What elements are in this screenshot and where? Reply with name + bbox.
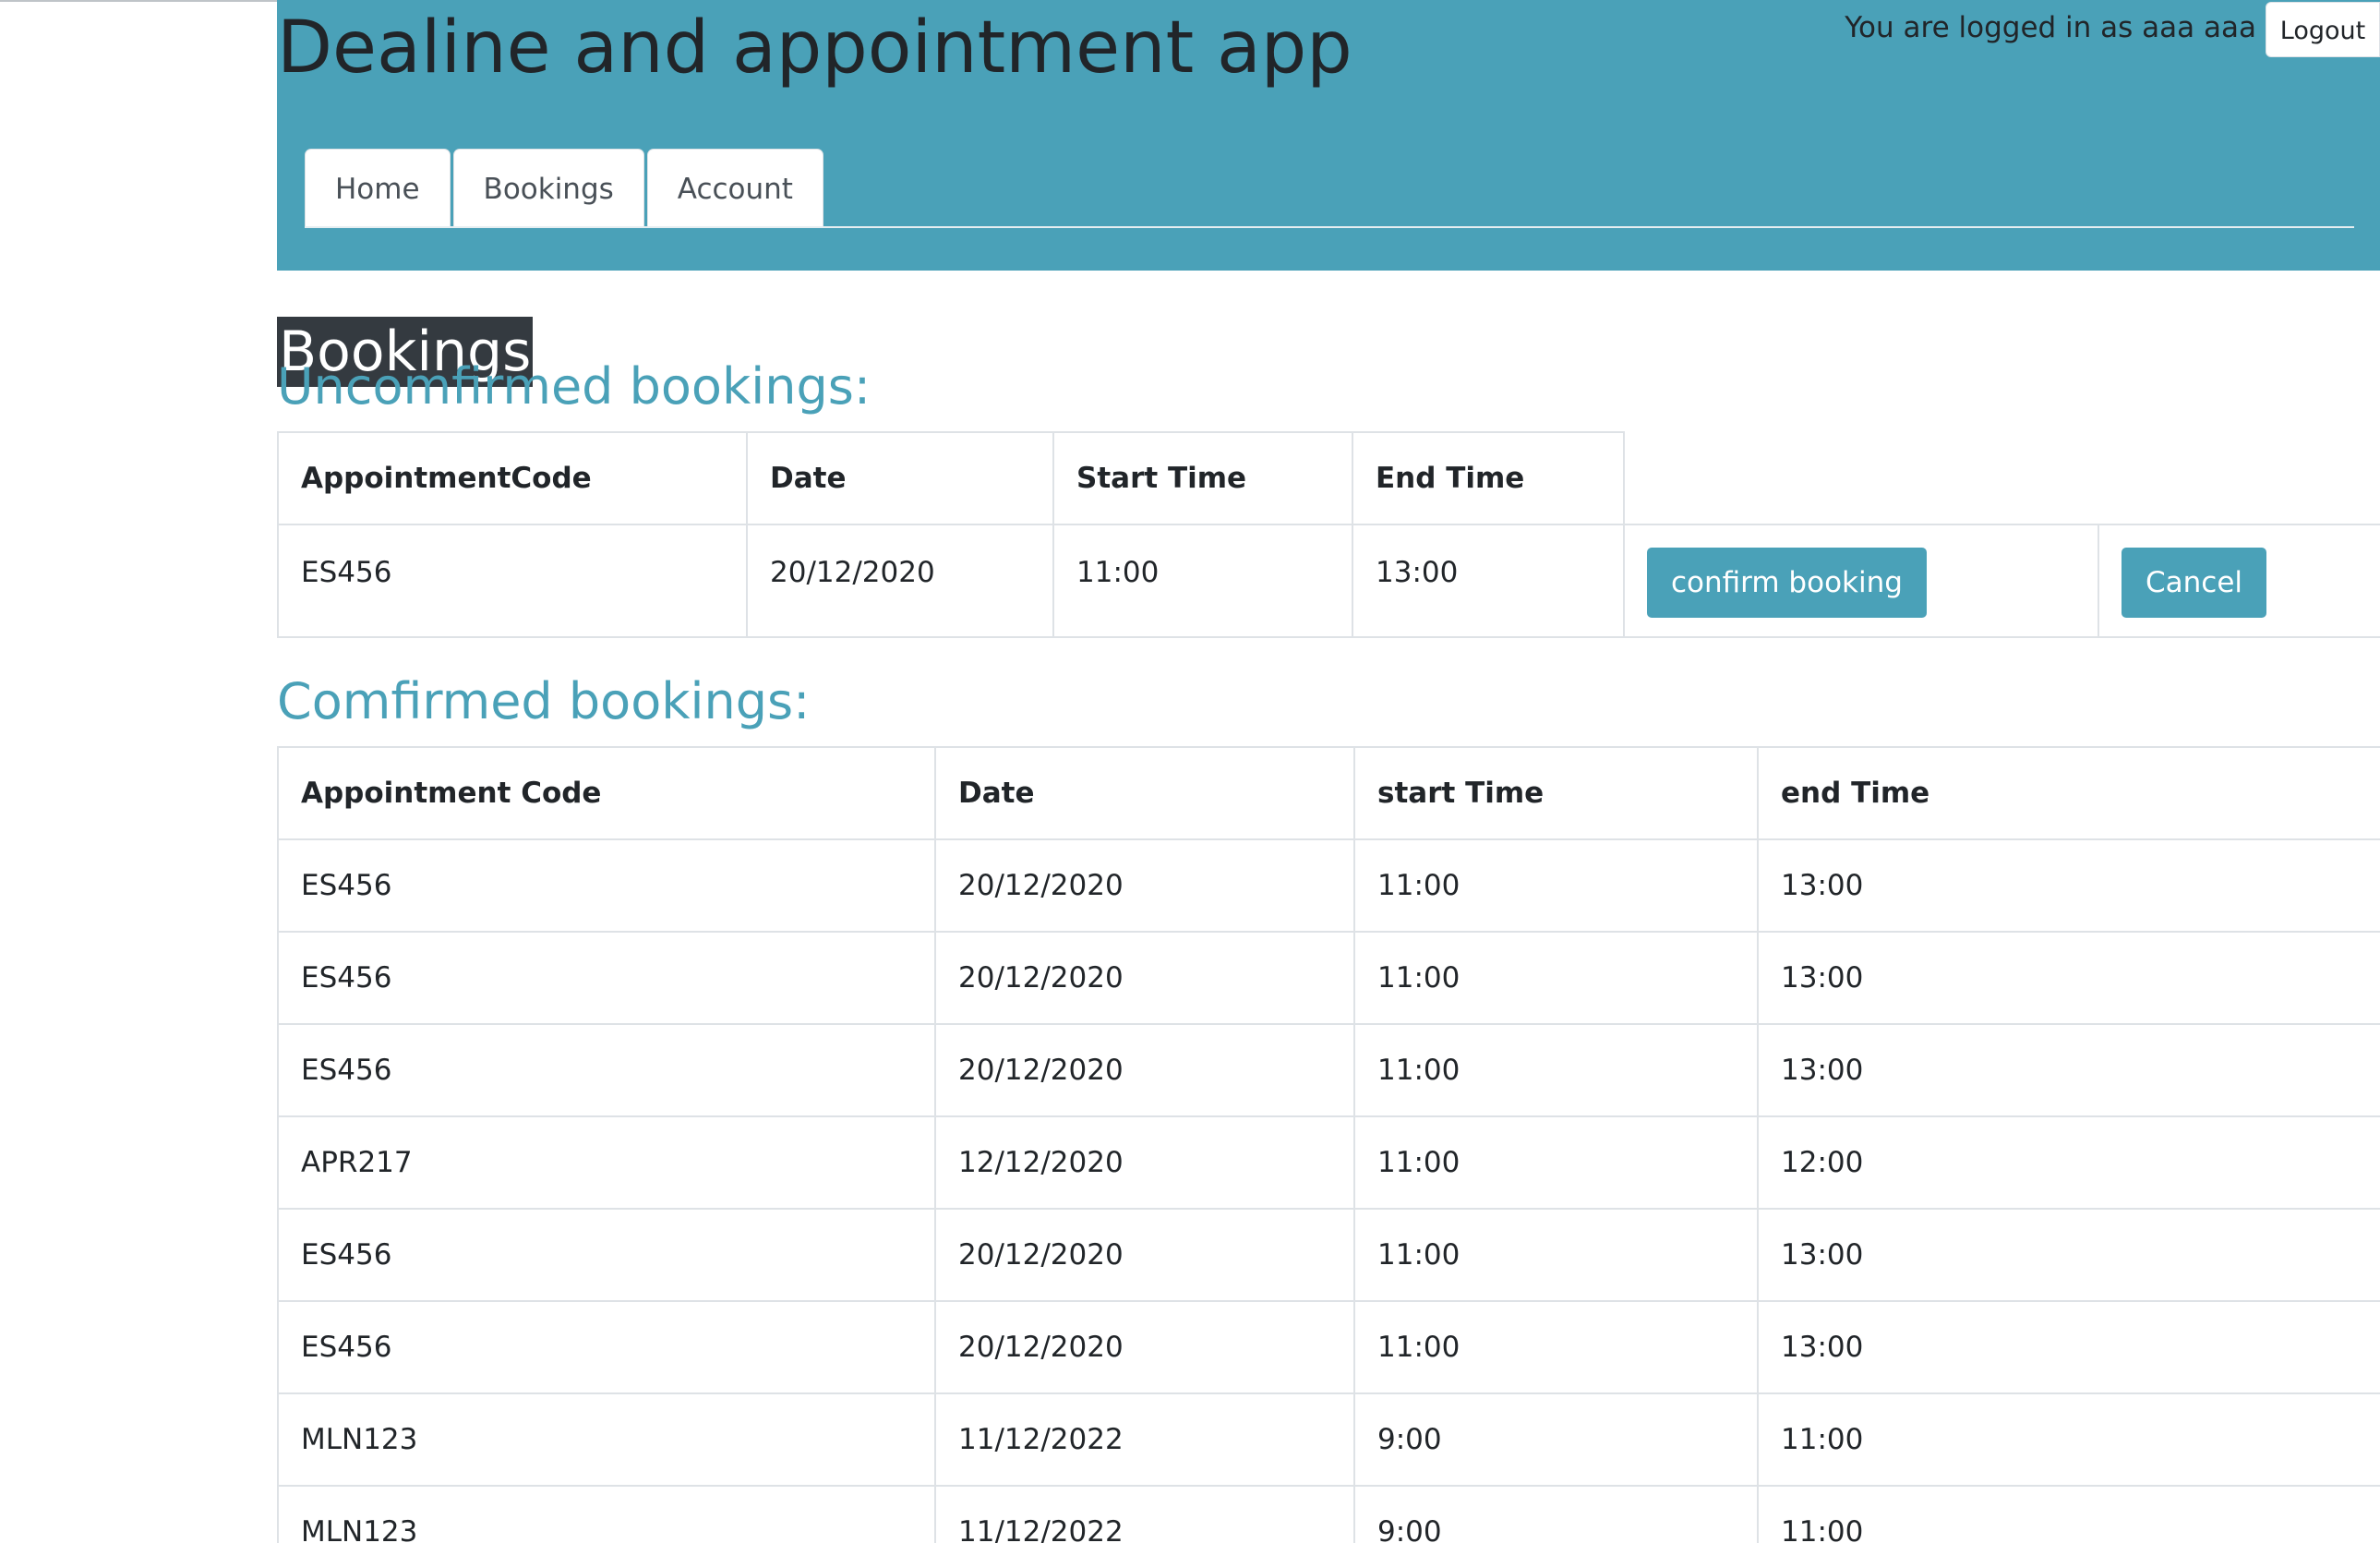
end-time-cell: 13:00 bbox=[1757, 838, 2380, 933]
table-row: ES456 20/12/2020 11:00 13:00 bbox=[277, 931, 2380, 1025]
end-time-cell: 11:00 bbox=[1757, 1392, 2380, 1487]
start-time-cell: 11:00 bbox=[1353, 1023, 1759, 1117]
nav-tabs: Home Bookings Account bbox=[305, 147, 2354, 228]
date-cell: 20/12/2020 bbox=[934, 1208, 1355, 1302]
table-row: MLN123 11/12/2022 9:00 11:00 bbox=[277, 1485, 2380, 1543]
cancel-button[interactable]: Cancel bbox=[2122, 548, 2267, 618]
confirmed-bookings-title: Comfirmed bookings: bbox=[277, 672, 811, 730]
column-header-empty bbox=[2098, 432, 2380, 525]
date-cell: 20/12/2020 bbox=[934, 838, 1355, 933]
appointment-code-cell: MLN123 bbox=[277, 1485, 936, 1543]
cancel-cell: Cancel bbox=[2098, 524, 2380, 638]
column-header: Appointment Code bbox=[277, 746, 936, 840]
end-time-cell: 13:00 bbox=[1757, 1300, 2380, 1394]
confirm-booking-button[interactable]: confirm booking bbox=[1647, 548, 1927, 618]
tab-account[interactable]: Account bbox=[646, 149, 823, 226]
appointment-code-cell: ES456 bbox=[277, 931, 936, 1025]
unconfirmed-bookings-title: Uncomfirmed bookings: bbox=[277, 357, 871, 416]
end-time-cell: 13:00 bbox=[1757, 931, 2380, 1025]
date-cell: 20/12/2020 bbox=[934, 1023, 1355, 1117]
date-cell: 12/12/2020 bbox=[934, 1115, 1355, 1210]
app-title: Dealine and appointment app bbox=[277, 6, 1352, 90]
table-row: ES456 20/12/2020 11:00 13:00 bbox=[277, 1208, 2380, 1302]
table-row: MLN123 11/12/2022 9:00 11:00 bbox=[277, 1392, 2380, 1487]
table-row: ES456 20/12/2020 11:00 13:00 bbox=[277, 1023, 2380, 1117]
confirm-cell: confirm booking bbox=[1623, 524, 2099, 638]
end-time-cell: 13:00 bbox=[1757, 1023, 2380, 1117]
start-time-cell: 11:00 bbox=[1353, 931, 1759, 1025]
end-time-cell: 11:00 bbox=[1757, 1485, 2380, 1543]
table-row: ES456 20/12/2020 11:00 13:00 bbox=[277, 838, 2380, 933]
start-time-cell: 11:00 bbox=[1052, 524, 1353, 638]
column-header: end Time bbox=[1757, 746, 2380, 840]
appointment-code-cell: ES456 bbox=[277, 1208, 936, 1302]
date-cell: 20/12/2020 bbox=[746, 524, 1054, 638]
logout-button[interactable]: Logout bbox=[2266, 2, 2380, 57]
tab-home[interactable]: Home bbox=[305, 149, 451, 226]
confirmed-bookings-table: Appointment Code Date start Time end Tim… bbox=[277, 746, 2380, 1543]
top-divider bbox=[0, 0, 277, 2]
start-time-cell: 9:00 bbox=[1353, 1485, 1759, 1543]
appointment-code-cell: ES456 bbox=[277, 838, 936, 933]
column-header: Date bbox=[746, 431, 1054, 525]
table-row: ES456 20/12/2020 11:00 13:00 confirm boo… bbox=[277, 524, 2380, 638]
date-cell: 20/12/2020 bbox=[934, 931, 1355, 1025]
appointment-code-cell: ES456 bbox=[277, 1300, 936, 1394]
start-time-cell: 11:00 bbox=[1353, 1115, 1759, 1210]
column-header-empty bbox=[1624, 432, 2098, 525]
end-time-cell: 13:00 bbox=[1352, 524, 1625, 638]
login-status: You are logged in as aaa aaa bbox=[1845, 11, 2256, 44]
start-time-cell: 11:00 bbox=[1353, 1208, 1759, 1302]
table-row: APR217 12/12/2020 11:00 12:00 bbox=[277, 1115, 2380, 1210]
column-header: start Time bbox=[1353, 746, 1759, 840]
tab-bookings[interactable]: Bookings bbox=[452, 149, 644, 226]
appointment-code-cell: MLN123 bbox=[277, 1392, 936, 1487]
date-cell: 20/12/2020 bbox=[934, 1300, 1355, 1394]
column-header: Date bbox=[934, 746, 1355, 840]
unconfirmed-bookings-table: AppointmentCode Date Start Time End Time… bbox=[277, 431, 2380, 638]
end-time-cell: 12:00 bbox=[1757, 1115, 2380, 1210]
page: Dealine and appointment app You are logg… bbox=[0, 0, 2380, 1543]
appointment-code-cell: ES456 bbox=[277, 524, 748, 638]
start-time-cell: 9:00 bbox=[1353, 1392, 1759, 1487]
appointment-code-cell: APR217 bbox=[277, 1115, 936, 1210]
column-header: AppointmentCode bbox=[277, 431, 748, 525]
table-row: ES456 20/12/2020 11:00 13:00 bbox=[277, 1300, 2380, 1394]
end-time-cell: 13:00 bbox=[1757, 1208, 2380, 1302]
column-header: Start Time bbox=[1052, 431, 1353, 525]
date-cell: 11/12/2022 bbox=[934, 1392, 1355, 1487]
appointment-code-cell: ES456 bbox=[277, 1023, 936, 1117]
table-header-row: AppointmentCode Date Start Time End Time bbox=[277, 431, 2380, 525]
table-header-row: Appointment Code Date start Time end Tim… bbox=[277, 746, 2380, 840]
date-cell: 11/12/2022 bbox=[934, 1485, 1355, 1543]
column-header: End Time bbox=[1352, 431, 1625, 525]
app-header: Dealine and appointment app You are logg… bbox=[277, 0, 2380, 271]
start-time-cell: 11:00 bbox=[1353, 1300, 1759, 1394]
start-time-cell: 11:00 bbox=[1353, 838, 1759, 933]
